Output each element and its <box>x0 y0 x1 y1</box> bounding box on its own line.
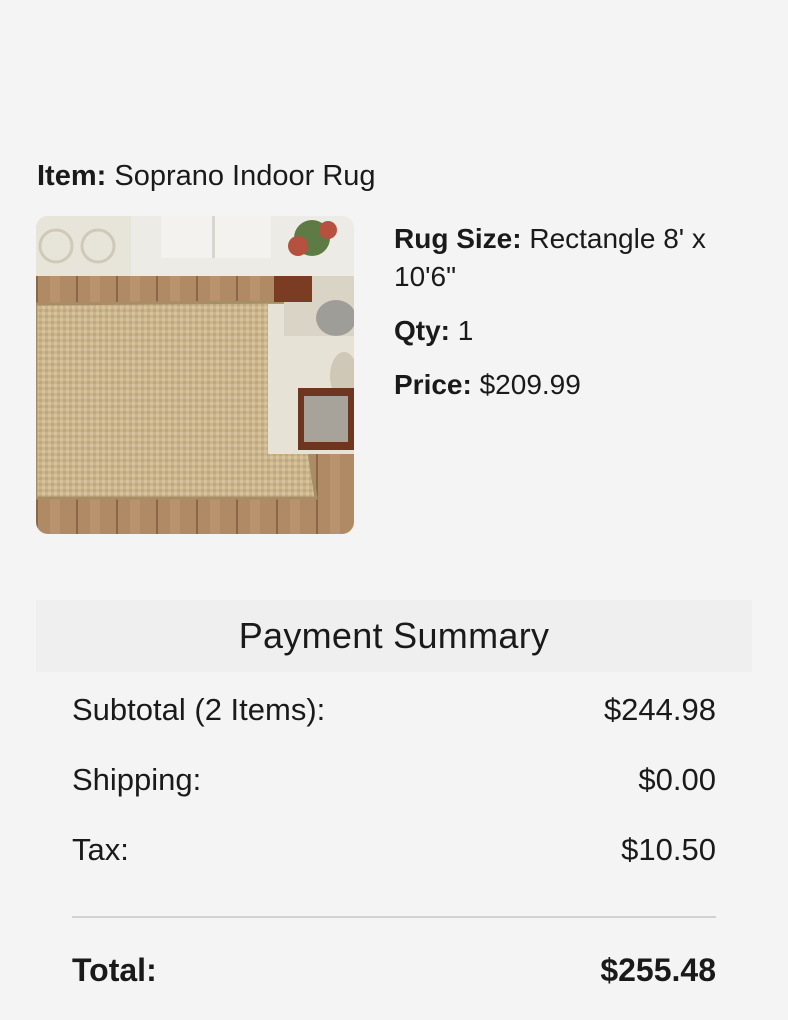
total-row: Total: $255.48 <box>72 948 716 992</box>
payment-summary-header: Payment Summary <box>36 600 752 672</box>
item-name-line: Item: Soprano Indoor Rug <box>37 157 376 195</box>
subtotal-row: Subtotal (2 Items): $244.98 <box>72 688 716 732</box>
payment-summary-title: Payment Summary <box>238 615 550 656</box>
tax-row: Tax: $10.50 <box>72 828 716 872</box>
shipping-row: Shipping: $0.00 <box>72 758 716 802</box>
subtotal-label: Subtotal (2 Items): <box>72 692 326 727</box>
rug-size-label: Rug Size: <box>394 223 522 254</box>
total-label: Total: <box>72 951 157 988</box>
order-summary-page: Item: Soprano Indoor Rug Rug Size: Recta… <box>0 0 788 1020</box>
tax-value: $10.50 <box>621 832 716 867</box>
price-row: Price: $209.99 <box>394 366 764 404</box>
qty-row: Qty: 1 <box>394 312 764 350</box>
tax-label: Tax: <box>72 832 129 867</box>
price-label: Price: <box>394 369 472 400</box>
rug-size-row: Rug Size: Rectangle 8' x 10'6" <box>394 220 764 296</box>
item-details: Rug Size: Rectangle 8' x 10'6" Qty: 1 Pr… <box>394 220 764 420</box>
qty-value: 1 <box>457 315 474 346</box>
shipping-label: Shipping: <box>72 762 202 797</box>
qty-label: Qty: <box>394 315 450 346</box>
total-value: $255.48 <box>600 951 716 988</box>
shipping-value: $0.00 <box>638 762 716 797</box>
summary-divider <box>72 916 716 918</box>
item-label: Item: <box>37 160 107 192</box>
product-image <box>36 216 354 534</box>
item-value: Soprano Indoor Rug <box>114 160 376 192</box>
subtotal-value: $244.98 <box>603 692 716 727</box>
price-value: $209.99 <box>479 369 581 400</box>
